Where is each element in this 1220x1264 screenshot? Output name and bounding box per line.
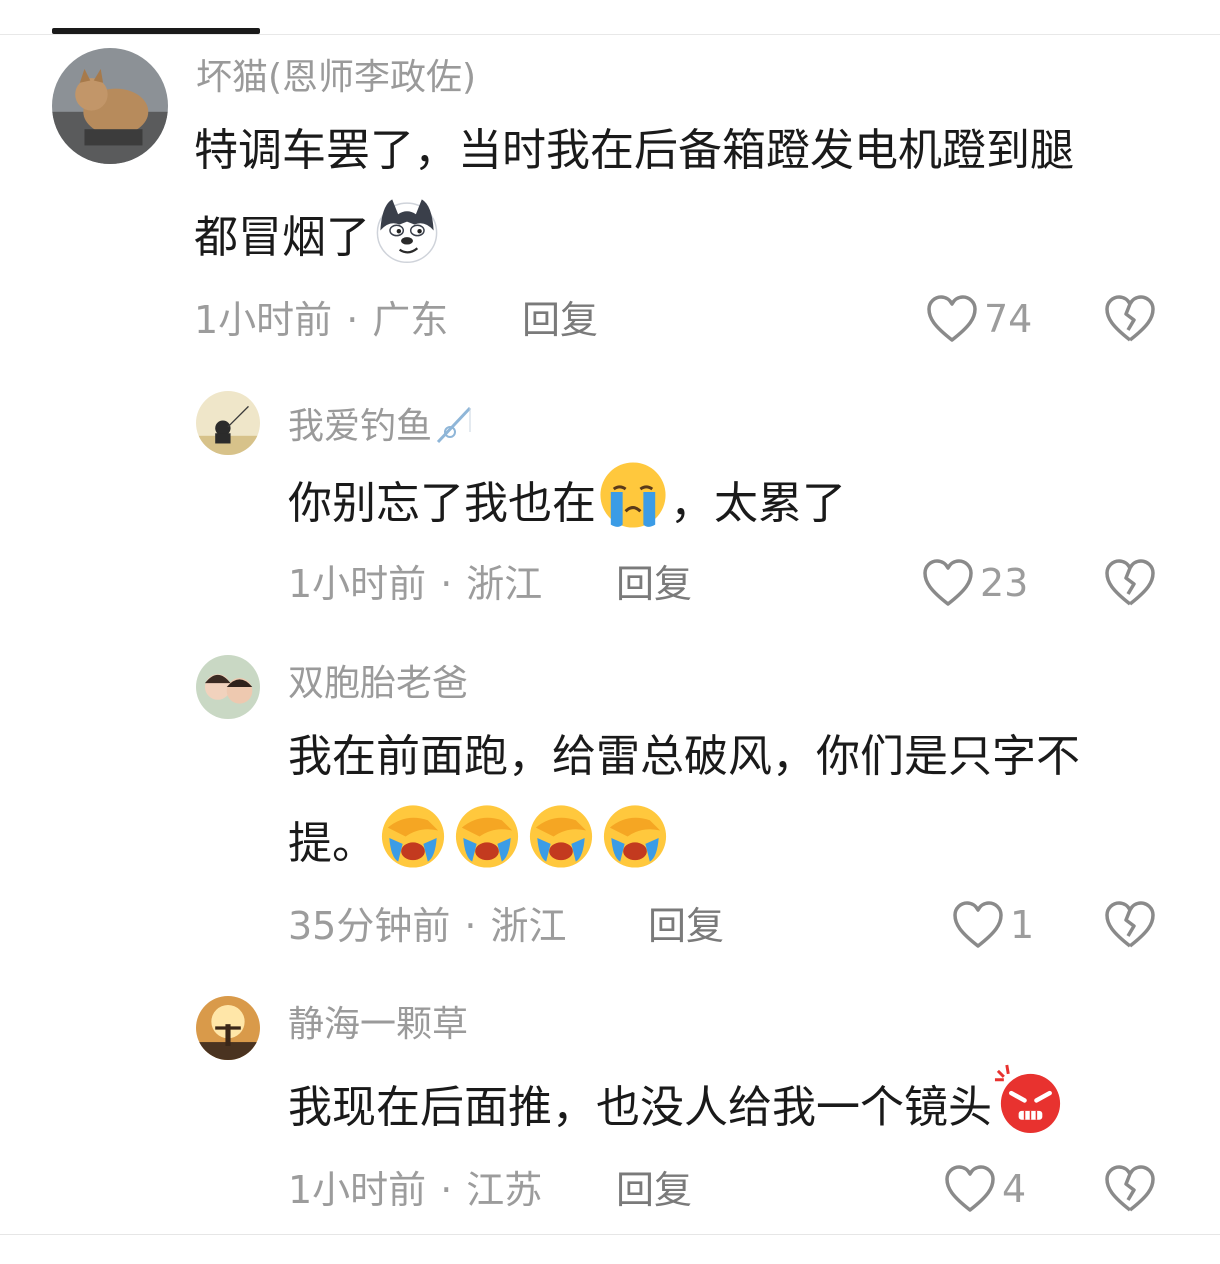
heart-icon <box>922 558 974 608</box>
meta-separator: · <box>346 298 359 342</box>
comment-meta: 1小时前 · 广东 <box>194 301 448 339</box>
crying-emoji <box>596 458 670 532</box>
like-count: 23 <box>980 561 1029 605</box>
comment-location: 广东 <box>372 298 449 342</box>
like-count: 74 <box>984 297 1033 341</box>
facepalm-cry-emoji <box>376 798 450 872</box>
heart-icon <box>926 294 978 344</box>
dislike-button[interactable] <box>1104 558 1156 608</box>
dislike-button[interactable] <box>1104 294 1156 344</box>
reply-button[interactable]: 回复 <box>522 301 598 339</box>
meta-separator: · <box>464 904 477 948</box>
comment-text-fragment: 我现在后面推，也没人给我一个镜头 <box>288 1082 992 1133</box>
comment-text-line: 特调车罢了，当时我在后备箱蹬发电机蹬到腿 <box>194 125 1074 176</box>
meta-separator: · <box>440 562 453 606</box>
username[interactable]: 我爱钓鱼 <box>288 402 476 446</box>
fishing-rod-emoji <box>432 402 476 446</box>
heart-icon <box>952 900 1004 950</box>
comment-text-fragment: ，太累了 <box>670 478 846 529</box>
comment-time: 1小时前 <box>288 1168 427 1212</box>
comment-time: 1小时前 <box>194 298 333 342</box>
avatar[interactable] <box>196 655 260 719</box>
facepalm-cry-emoji <box>524 798 598 872</box>
comment-text-fragment: 你别忘了我也在 <box>288 478 596 529</box>
like-button[interactable]: 1 <box>952 900 1034 950</box>
comment-meta: 1小时前 · 江苏 <box>288 1171 542 1209</box>
comment-text: 特调车罢了，当时我在后备箱蹬发电机蹬到腿 都冒烟了 <box>194 110 1174 279</box>
comment-time: 1小时前 <box>288 562 427 606</box>
dislike-button[interactable] <box>1104 900 1156 950</box>
username[interactable]: 坏猫(恩师李政佐) <box>196 60 476 96</box>
broken-heart-icon <box>1104 558 1156 608</box>
broken-heart-icon <box>1104 900 1156 950</box>
comment-text-fragment: 提。 <box>288 818 376 869</box>
username-text: 我爱钓鱼 <box>288 406 433 447</box>
facepalm-cry-emoji <box>598 798 672 872</box>
bottom-divider <box>0 1234 1220 1235</box>
dislike-button[interactable] <box>1104 1164 1156 1214</box>
comment-location: 江苏 <box>466 1168 543 1212</box>
comment-time: 35分钟前 <box>288 904 451 948</box>
comment-text-line: 我在前面跑，给雷总破风，你们是只字不 <box>288 731 1080 782</box>
husky-smirk-emoji <box>370 192 444 266</box>
comment-text-fragment: 都冒烟了 <box>194 212 370 263</box>
like-button[interactable]: 74 <box>926 294 1032 344</box>
broken-heart-icon <box>1104 1164 1156 1214</box>
like-count: 4 <box>1002 1167 1027 1211</box>
like-button[interactable]: 4 <box>944 1164 1026 1214</box>
comment-text-line: 都冒烟了 <box>194 192 1174 279</box>
comment-text: 我现在后面推，也没人给我一个镜头 <box>288 1062 1188 1149</box>
like-count: 1 <box>1010 903 1035 947</box>
reply-button[interactable]: 回复 <box>648 907 724 945</box>
avatar[interactable] <box>52 48 168 164</box>
reply-button[interactable]: 回复 <box>616 1171 692 1209</box>
comment-location: 浙江 <box>466 562 543 606</box>
comment-meta: 1小时前 · 浙江 <box>288 565 542 603</box>
comment-text: 你别忘了我也在 ，太累了 <box>288 458 1188 545</box>
broken-heart-icon <box>1104 294 1156 344</box>
comment-text-line: 提。 <box>288 798 1188 885</box>
username[interactable]: 双胞胎老爸 <box>288 666 468 702</box>
angry-face-emoji <box>992 1062 1066 1136</box>
avatar[interactable] <box>196 996 260 1060</box>
like-button[interactable]: 23 <box>922 558 1028 608</box>
comment-meta: 35分钟前 · 浙江 <box>288 907 566 945</box>
comment-location: 浙江 <box>490 904 567 948</box>
username[interactable]: 静海一颗草 <box>288 1007 468 1043</box>
reply-button[interactable]: 回复 <box>616 565 692 603</box>
top-divider <box>0 34 1220 35</box>
heart-icon <box>944 1164 996 1214</box>
avatar[interactable] <box>196 391 260 455</box>
comment-text: 我在前面跑，给雷总破风，你们是只字不 提。 <box>288 716 1188 885</box>
meta-separator: · <box>440 1168 453 1212</box>
facepalm-cry-emoji <box>450 798 524 872</box>
